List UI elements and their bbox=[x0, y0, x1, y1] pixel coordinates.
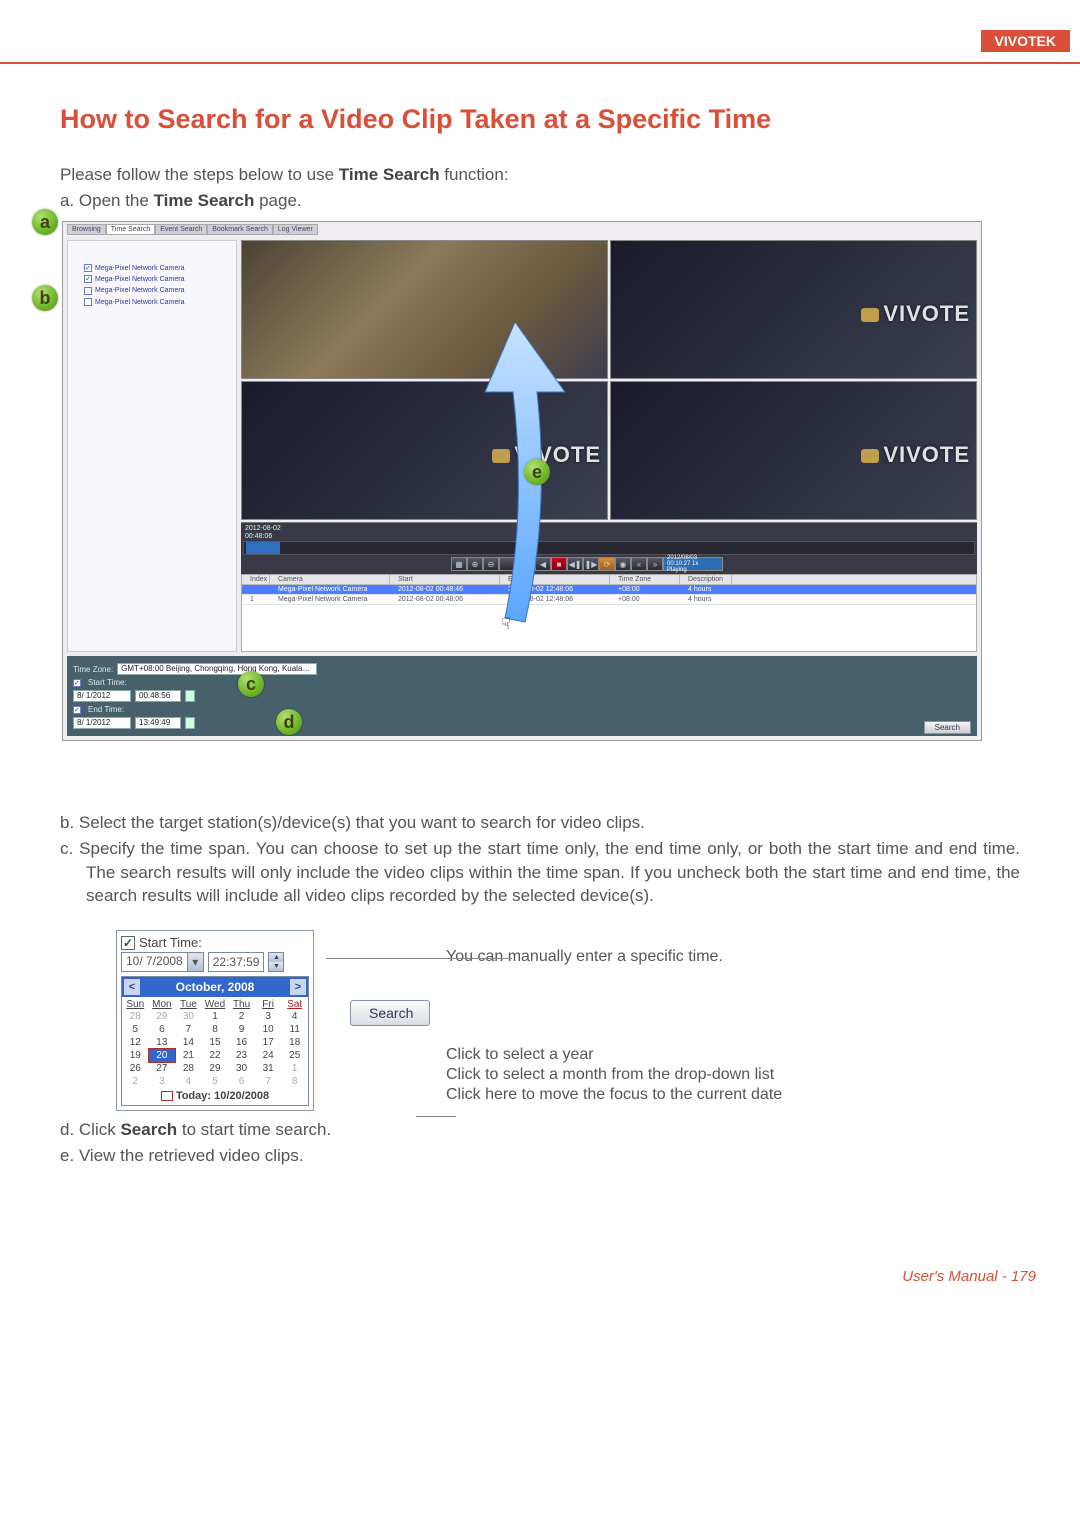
tab-time-search[interactable]: Time Search bbox=[106, 224, 155, 235]
checkbox-icon[interactable]: ✓ bbox=[121, 936, 135, 950]
start-time-label: Start Time: bbox=[139, 935, 202, 950]
start-time-input[interactable]: 00:48:56 bbox=[135, 690, 181, 702]
spinner-icon[interactable] bbox=[185, 717, 195, 729]
chevron-up-icon[interactable]: ▲ bbox=[269, 953, 283, 962]
steps-d-e: d. Click Search to start time search. e.… bbox=[60, 1117, 1020, 1168]
step-e: e. View the retrieved video clips. bbox=[60, 1143, 1020, 1169]
page-content: How to Search for a Video Clip Taken at … bbox=[0, 64, 1080, 1168]
search-button[interactable]: Search bbox=[350, 1000, 430, 1026]
time-spinner[interactable]: ▲ ▼ bbox=[268, 952, 284, 972]
brand-badge: VIVOTEK bbox=[981, 30, 1070, 52]
calendar-popup: < October, 2008 > SunMonTueWedThuFriSat … bbox=[121, 976, 309, 1106]
end-date-input[interactable]: 8/ 1/2012 bbox=[73, 717, 131, 729]
checkbox-icon[interactable] bbox=[73, 679, 81, 687]
start-date-input[interactable]: 8/ 1/2012 bbox=[73, 690, 131, 702]
tab-bookmark-search[interactable]: Bookmark Search bbox=[207, 224, 273, 235]
checkbox-icon[interactable] bbox=[84, 275, 92, 283]
device-tree-item[interactable]: Mega-Pixel Network Camera bbox=[84, 274, 230, 285]
callout-today: Click here to move the focus to the curr… bbox=[446, 1086, 1020, 1104]
intro-text: Please follow the steps below to use Tim… bbox=[60, 165, 1020, 185]
date-dropdown[interactable]: 10/ 7/2008 ▾ bbox=[121, 952, 204, 972]
vivotek-watermark: VIVOTE bbox=[861, 301, 970, 327]
callout-manual-time: You can manually enter a specific time. bbox=[446, 948, 1020, 966]
checkbox-icon[interactable] bbox=[84, 264, 92, 272]
spinner-icon[interactable] bbox=[185, 690, 195, 702]
video-pane[interactable]: VIVOTE bbox=[610, 381, 977, 520]
speed-up-icon[interactable]: » bbox=[647, 557, 663, 571]
callout-text: You can manually enter a specific time. … bbox=[446, 930, 1020, 1106]
table-row[interactable]: Mega-Pixel Network Camera 2012-08-02 00:… bbox=[242, 585, 976, 595]
speed-down-icon[interactable]: « bbox=[631, 557, 647, 571]
checkbox-icon[interactable] bbox=[84, 298, 92, 306]
step-a: a. Open the Time Search page. bbox=[60, 191, 1020, 211]
search-button[interactable]: Search bbox=[924, 721, 971, 734]
step-d: d. Click Search to start time search. bbox=[60, 1117, 1020, 1143]
bullet-d: d bbox=[276, 709, 302, 735]
calendar-days-grid[interactable]: 2829301234 567891011 12131415161718 1920… bbox=[122, 1010, 308, 1088]
page-footer: User's Manual - 179 bbox=[0, 1268, 1080, 1335]
tab-bar: Browsing Time Search Event Search Bookma… bbox=[67, 224, 318, 235]
calendar-figure: ✓ Start Time: 10/ 7/2008 ▾ 22:37:59 ▲ ▼ … bbox=[116, 930, 1020, 1111]
steps-b-c: b. Select the target station(s)/device(s… bbox=[60, 811, 1020, 908]
tab-log-viewer[interactable]: Log Viewer bbox=[273, 224, 318, 235]
callout-line bbox=[416, 1116, 456, 1117]
arrow-callout bbox=[455, 322, 595, 652]
video-grid: VIVOTE VIVOTE VIVOTE bbox=[241, 240, 977, 520]
search-form: Time Zone: GMT+08:00 Beijing, Chongqing,… bbox=[67, 656, 977, 736]
results-table: Index Camera Start End Time Zone Descrip… bbox=[241, 574, 977, 652]
snapshot-icon[interactable]: ◉ bbox=[615, 557, 631, 571]
main-screenshot: Browsing Time Search Event Search Bookma… bbox=[62, 221, 982, 741]
device-tree-panel: Mega-Pixel Network Camera Mega-Pixel Net… bbox=[67, 240, 237, 652]
table-row[interactable]: 1 Mega-Pixel Network Camera 2012-08-02 0… bbox=[242, 595, 976, 605]
checkbox-icon[interactable] bbox=[73, 706, 81, 714]
calendar-widget: ✓ Start Time: 10/ 7/2008 ▾ 22:37:59 ▲ ▼ … bbox=[116, 930, 314, 1111]
start-time-label: Start Time: bbox=[88, 678, 127, 687]
bullet-b: b bbox=[32, 285, 58, 311]
tz-label: Time Zone: bbox=[73, 665, 113, 674]
next-month-icon[interactable]: > bbox=[290, 979, 306, 995]
chevron-down-icon[interactable]: ▼ bbox=[269, 962, 283, 971]
vivotek-watermark: VIVOTE bbox=[861, 442, 970, 468]
page-title: How to Search for a Video Clip Taken at … bbox=[60, 104, 1020, 135]
prev-month-icon[interactable]: < bbox=[124, 979, 140, 995]
callout-month: Click to select a month from the drop-do… bbox=[446, 1066, 1020, 1084]
tz-select[interactable]: GMT+08:00 Beijing, Chongqing, Hong Kong,… bbox=[117, 663, 317, 675]
page-header: VIVOTEK bbox=[0, 0, 1080, 60]
slow-icon[interactable]: ⟳ bbox=[599, 557, 615, 571]
chevron-down-icon[interactable]: ▾ bbox=[187, 953, 203, 971]
step-c: c. Specify the time span. You can choose… bbox=[60, 837, 1020, 908]
device-tree: Mega-Pixel Network Camera Mega-Pixel Net… bbox=[68, 241, 236, 308]
timeline-timestamp: 2012-08-0200:48:06 bbox=[245, 525, 281, 540]
callout-year: Click to select a year bbox=[446, 1046, 1020, 1064]
timeline-track[interactable] bbox=[243, 541, 975, 555]
end-time-input[interactable]: 13:49:49 bbox=[135, 717, 181, 729]
bullet-a: a bbox=[32, 209, 58, 235]
bullet-c: c bbox=[238, 671, 264, 697]
video-pane[interactable]: VIVOTE bbox=[610, 240, 977, 379]
today-box-icon bbox=[161, 1091, 173, 1101]
checkbox-icon[interactable] bbox=[84, 287, 92, 295]
calendar-month-title[interactable]: October, 2008 bbox=[176, 980, 255, 994]
tab-browsing[interactable]: Browsing bbox=[67, 224, 106, 235]
device-tree-item[interactable]: Mega-Pixel Network Camera bbox=[84, 297, 230, 308]
results-header-row: Index Camera Start End Time Zone Descrip… bbox=[242, 575, 976, 585]
calendar-dow-row: SunMonTueWedThuFriSat bbox=[122, 997, 308, 1010]
step-b: b. Select the target station(s)/device(s… bbox=[60, 811, 1020, 835]
device-tree-item[interactable]: Mega-Pixel Network Camera bbox=[84, 263, 230, 274]
playback-clock: 2012/08/03 00:10:27 1x Playing bbox=[663, 557, 723, 571]
tab-event-search[interactable]: Event Search bbox=[155, 224, 207, 235]
cursor-hand-icon: ☟ bbox=[501, 614, 511, 634]
end-time-label: End Time: bbox=[88, 705, 124, 714]
bullet-e: e bbox=[524, 459, 550, 485]
calendar-today-button[interactable]: Today: 10/20/2008 bbox=[122, 1088, 308, 1105]
device-tree-item[interactable]: Mega-Pixel Network Camera bbox=[84, 285, 230, 296]
timeline-panel: 2012-08-0200:48:06 ▦ ⊕ ⊖ ❚◀ ◀ ■ ◀❚ ❚▶ ⟳ … bbox=[241, 522, 977, 574]
time-field[interactable]: 22:37:59 bbox=[208, 952, 265, 972]
